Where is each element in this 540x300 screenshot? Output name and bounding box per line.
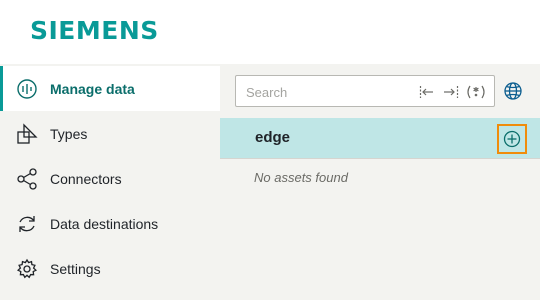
connectors-icon xyxy=(15,167,39,191)
regex-icon[interactable] xyxy=(465,84,487,100)
sidebar-item-label: Connectors xyxy=(50,170,122,187)
sidebar: Manage data Types Connectors Data destin… xyxy=(0,64,220,300)
match-case-icon[interactable] xyxy=(441,84,459,100)
search-box xyxy=(235,75,495,107)
sidebar-item-manage-data[interactable]: Manage data xyxy=(0,66,220,111)
manage-data-icon xyxy=(15,77,39,101)
sidebar-item-label: Manage data xyxy=(50,80,135,97)
sidebar-item-connectors[interactable]: Connectors xyxy=(0,156,220,201)
app-header: SIEMENS xyxy=(0,0,540,64)
globe-icon[interactable] xyxy=(503,81,523,101)
add-asset-button[interactable] xyxy=(497,124,527,154)
siemens-logo: SIEMENS xyxy=(30,16,159,45)
match-word-icon[interactable] xyxy=(419,84,437,100)
sidebar-item-label: Types xyxy=(50,125,88,142)
main-panel: edge No assets found xyxy=(220,64,540,300)
sidebar-item-label: Data destinations xyxy=(50,215,159,232)
types-icon xyxy=(15,122,39,146)
gear-icon xyxy=(15,257,39,281)
sidebar-item-types[interactable]: Types xyxy=(0,111,220,156)
sidebar-item-label: Settings xyxy=(50,260,101,277)
asset-row-edge[interactable]: edge xyxy=(220,118,540,158)
data-destinations-icon xyxy=(15,212,39,236)
sidebar-item-settings[interactable]: Settings xyxy=(0,246,220,291)
asset-name: edge xyxy=(255,129,291,146)
sidebar-item-data-destinations[interactable]: Data destinations xyxy=(0,201,220,246)
search-toolbar xyxy=(220,64,540,118)
search-input[interactable] xyxy=(246,83,406,101)
empty-state-message: No assets found xyxy=(254,170,348,185)
add-icon xyxy=(503,130,521,148)
row-divider xyxy=(220,158,540,159)
